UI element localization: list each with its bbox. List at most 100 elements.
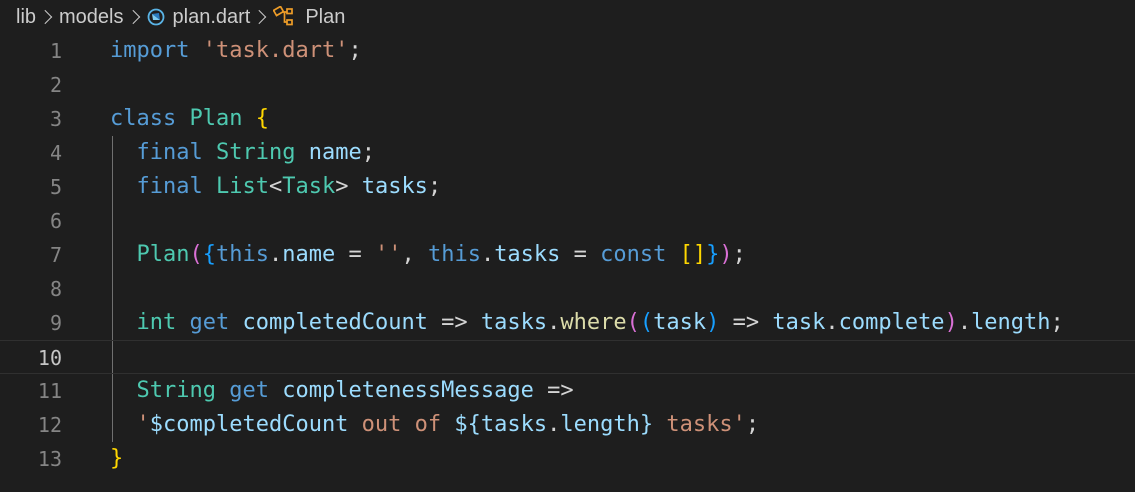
chevron-right-icon <box>252 9 267 25</box>
code-token: ; <box>732 242 746 267</box>
code-line[interactable]: 9 int get completedCount => tasks.where(… <box>0 306 1135 340</box>
code-token: . <box>825 310 839 335</box>
breadcrumb-file[interactable]: plan.dart <box>147 5 251 29</box>
code-token: => <box>719 310 773 335</box>
code-token: ( <box>639 310 654 335</box>
line-number: 7 <box>49 243 62 267</box>
code-token: tasks <box>480 310 548 335</box>
code-token: , <box>401 242 428 267</box>
code-text: class Plan { <box>110 102 269 136</box>
code-token: { <box>255 106 269 131</box>
code-token: ; <box>1050 310 1064 335</box>
code-token: 'task.dart' <box>202 38 349 63</box>
code-line[interactable]: 4 final String name; <box>0 136 1135 170</box>
code-token: name <box>282 242 336 267</box>
code-line[interactable]: 12 '$completedCount out of ${tasks.lengt… <box>0 408 1135 442</box>
code-token: ; <box>348 38 362 63</box>
code-token: name <box>308 140 362 165</box>
code-token: out of <box>348 412 455 437</box>
code-line[interactable]: 7 Plan({this.name = '', this.tasks = con… <box>0 238 1135 272</box>
breadcrumb-lib[interactable]: lib <box>16 6 36 29</box>
code-token: get <box>229 378 269 403</box>
code-token: tasks' <box>653 412 746 437</box>
breadcrumb-class[interactable]: Plan <box>273 6 345 29</box>
code-token: Plan <box>136 242 190 267</box>
breadcrumb-class-label: Plan <box>305 5 346 28</box>
chevron-right-icon <box>38 9 53 25</box>
code-text: final String name; <box>110 136 375 170</box>
code-token: ( <box>626 310 640 335</box>
code-text: String get completenessMessage => <box>110 374 574 408</box>
code-token: final <box>136 174 203 199</box>
code-token: final <box>136 140 203 165</box>
code-token: . <box>957 310 972 335</box>
line-number: 13 <box>37 447 62 471</box>
code-token: . <box>547 412 561 437</box>
dart-file-icon <box>147 8 165 26</box>
code-token: ) <box>944 310 958 335</box>
code-token: ) <box>706 310 720 335</box>
code-token: ; <box>745 412 760 437</box>
class-symbol-icon <box>273 6 297 28</box>
code-token: get <box>189 310 230 335</box>
line-number: 2 <box>49 73 62 97</box>
code-token: = <box>335 242 375 267</box>
code-text: int get completedCount => tasks.where((t… <box>110 306 1064 340</box>
line-number: 3 <box>49 107 62 131</box>
code-token: complete <box>838 310 945 335</box>
code-text: '$completedCount out of ${tasks.length} … <box>110 408 760 442</box>
code-token: '' <box>374 242 402 267</box>
code-line[interactable]: 5 final List<Task> tasks; <box>0 170 1135 204</box>
code-text: import 'task.dart'; <box>110 34 362 68</box>
code-line[interactable]: 10 <box>0 340 1135 374</box>
code-line[interactable]: 11 String get completenessMessage => <box>0 374 1135 408</box>
code-token: this <box>427 242 481 267</box>
breadcrumb-file-label: plan.dart <box>172 5 251 28</box>
code-token: tasks <box>361 174 428 199</box>
code-token: length <box>560 412 640 437</box>
code-line[interactable]: 3 class Plan { <box>0 102 1135 136</box>
line-number: 6 <box>49 209 62 233</box>
code-token: } <box>110 446 124 471</box>
code-token: $ <box>149 412 163 437</box>
code-token: where <box>560 310 627 335</box>
code-line[interactable]: 1 import 'task.dart'; <box>0 34 1135 68</box>
code-token: completedCount <box>163 412 349 437</box>
code-token: tasks <box>494 242 561 267</box>
code-token: = <box>560 242 601 267</box>
code-token: . <box>547 310 561 335</box>
code-text: Plan({this.name = '', this.tasks = const… <box>110 238 746 272</box>
code-token: ; <box>427 174 442 199</box>
code-line[interactable]: 6 <box>0 204 1135 238</box>
code-line[interactable]: 8 <box>0 272 1135 306</box>
code-token: => <box>427 310 481 335</box>
code-token: String <box>136 378 216 403</box>
chevron-right-icon <box>125 9 140 25</box>
code-line[interactable]: 2 <box>0 68 1135 102</box>
code-line[interactable]: 13} <box>0 442 1135 476</box>
code-token: class <box>110 106 177 131</box>
code-token: } <box>639 412 654 437</box>
code-token: ${ <box>454 412 481 437</box>
code-token: String <box>215 140 296 165</box>
code-editor[interactable]: 1 import 'task.dart'; 2 3 class Plan {4 fina… <box>0 34 1135 492</box>
code-token: } <box>706 242 720 267</box>
code-token: . <box>480 242 495 267</box>
line-number: 11 <box>37 379 62 403</box>
breadcrumb: lib models plan.dart Plan <box>0 0 1135 34</box>
breadcrumb-models[interactable]: models <box>59 6 123 29</box>
code-token: length <box>971 310 1051 335</box>
line-number: 10 <box>37 346 62 370</box>
